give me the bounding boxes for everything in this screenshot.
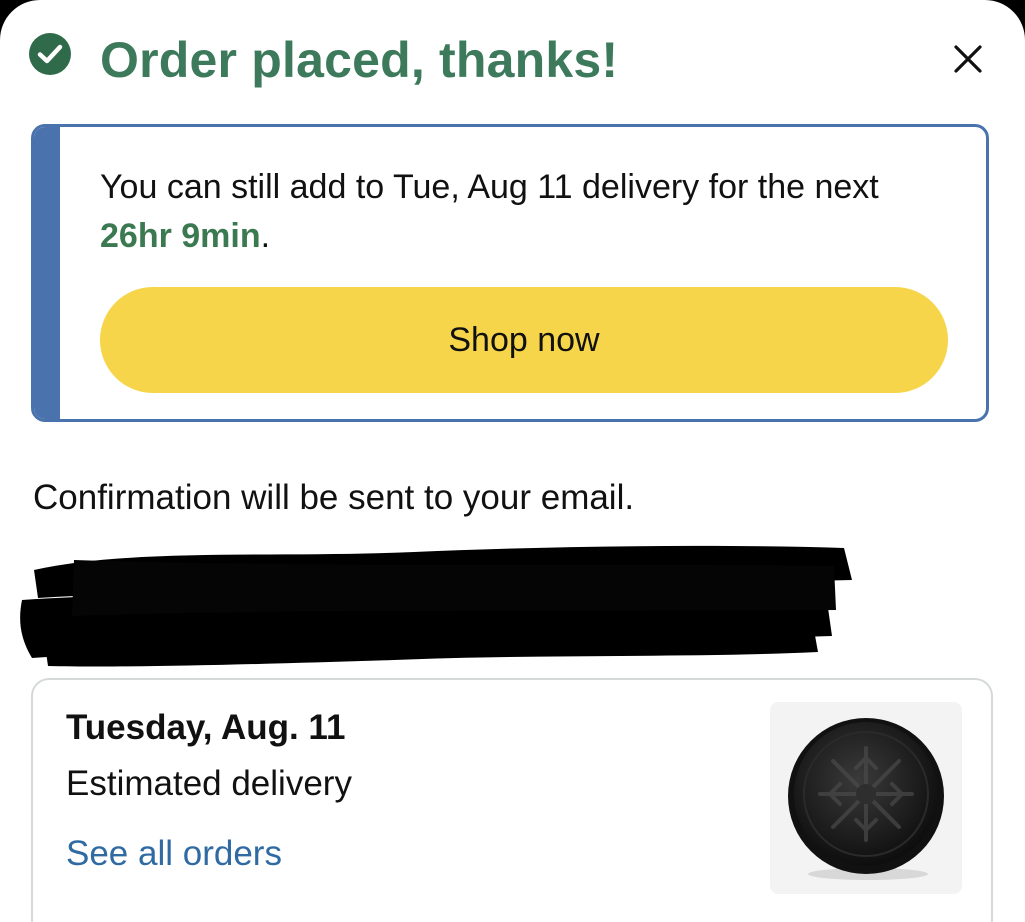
order-confirmation-sheet: Order placed, thanks! You can still add … bbox=[0, 0, 1025, 922]
redacted-email-scribble bbox=[20, 545, 852, 667]
delivery-label: Estimated delivery bbox=[66, 764, 352, 803]
product-image[interactable] bbox=[770, 702, 962, 894]
message-text: You can still add to Tue, Aug 11 deliver… bbox=[100, 168, 879, 206]
countdown-timer: 26hr 9min bbox=[100, 217, 261, 255]
shop-now-button[interactable]: Shop now bbox=[100, 287, 948, 393]
delivery-date: Tuesday, Aug. 11 bbox=[66, 708, 346, 747]
close-icon bbox=[954, 45, 982, 73]
see-all-orders-link[interactable]: See all orders bbox=[66, 834, 282, 874]
message-period: . bbox=[260, 217, 271, 255]
product-disc-image bbox=[788, 718, 944, 880]
check-circle-icon bbox=[29, 33, 71, 75]
add-to-delivery-card: You can still add to Tue, Aug 11 deliver… bbox=[31, 124, 989, 422]
delivery-card: Tuesday, Aug. 11 Estimated delivery See … bbox=[31, 678, 993, 922]
header: Order placed, thanks! bbox=[28, 30, 985, 90]
page-title: Order placed, thanks! bbox=[100, 32, 619, 88]
add-to-delivery-message: You can still add to Tue, Aug 11 deliver… bbox=[100, 163, 950, 261]
card-accent-bar bbox=[34, 127, 60, 419]
confirmation-message: Confirmation will be sent to your email. bbox=[33, 478, 635, 517]
close-button[interactable] bbox=[951, 42, 985, 76]
